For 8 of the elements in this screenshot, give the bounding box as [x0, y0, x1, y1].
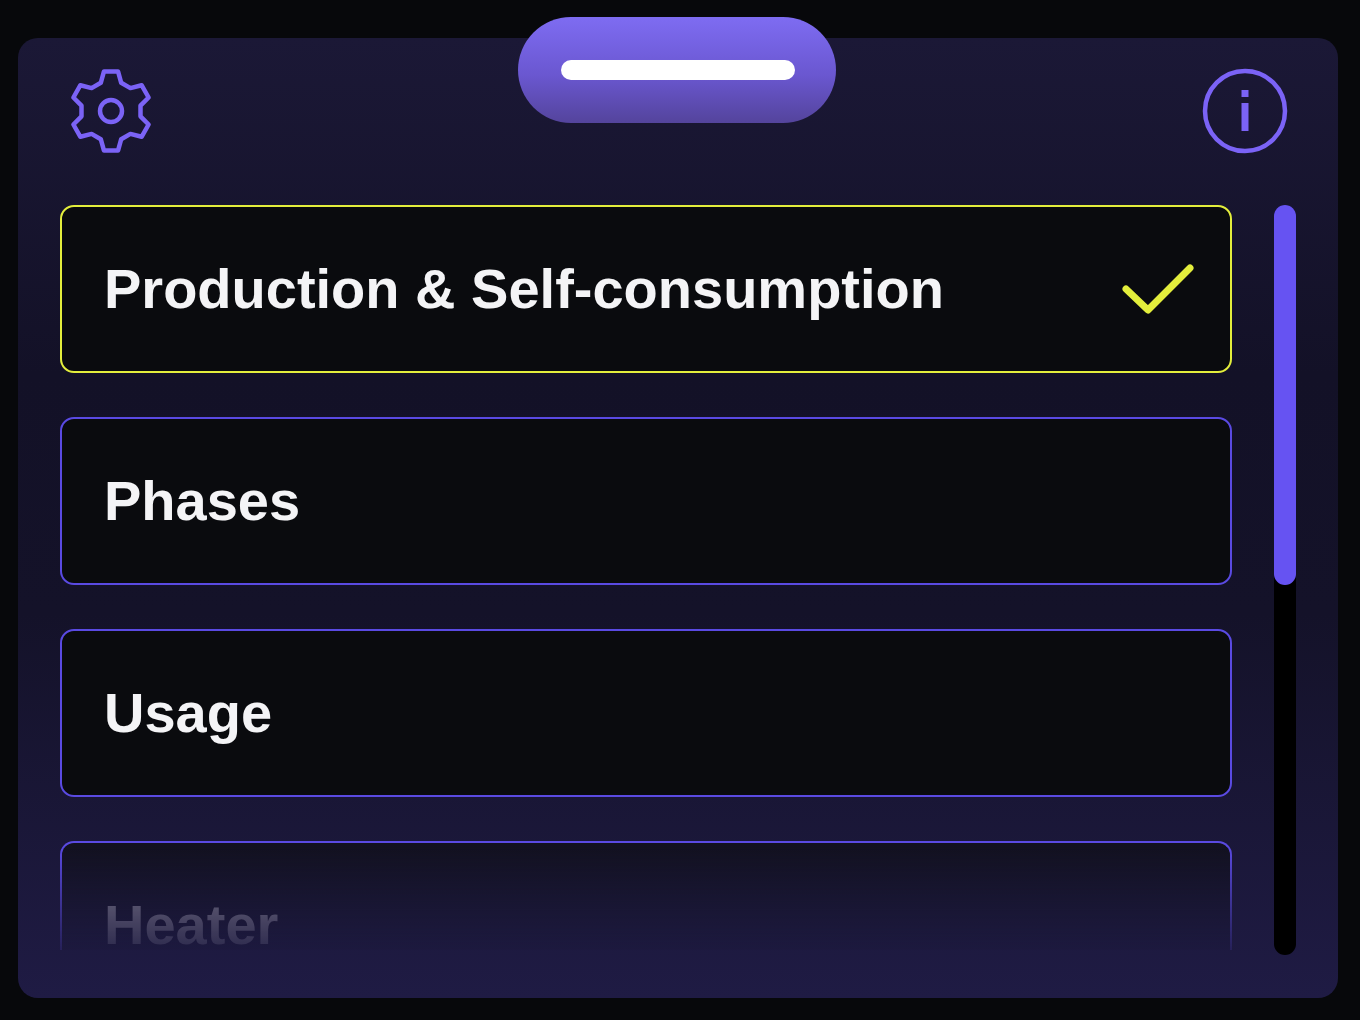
scrollbar[interactable] — [1274, 205, 1296, 955]
check-icon — [1122, 263, 1194, 315]
scrollbar-thumb[interactable] — [1274, 205, 1296, 585]
list-option[interactable]: Usage — [60, 629, 1232, 797]
settings-icon[interactable] — [68, 67, 154, 154]
list-option[interactable]: Phases — [60, 417, 1232, 585]
list-option[interactable]: Production & Self-consumption — [60, 205, 1232, 373]
info-icon[interactable] — [1202, 67, 1288, 154]
